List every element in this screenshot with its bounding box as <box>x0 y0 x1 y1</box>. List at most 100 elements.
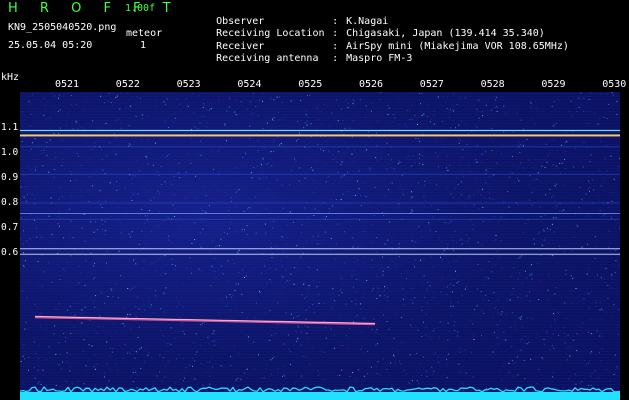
noise-dot <box>164 255 166 257</box>
noise-dot <box>287 224 289 226</box>
noise-dot <box>190 127 192 129</box>
info-key: Receiving antenna <box>216 53 319 64</box>
noise-dot <box>544 167 546 168</box>
noise-dot <box>446 167 447 169</box>
noise-dot <box>412 171 414 173</box>
noise-dot <box>341 108 342 110</box>
noise-dot <box>28 165 30 167</box>
noise-dot <box>452 305 454 307</box>
noise-dot <box>485 169 487 171</box>
noise-dot <box>179 217 181 219</box>
noise-dot <box>160 274 162 276</box>
noise-dot <box>619 227 620 229</box>
noise-dot <box>597 274 598 276</box>
noise-dot <box>93 265 94 267</box>
noise-dot <box>193 277 195 279</box>
noise-dot <box>365 117 367 119</box>
noise-dot <box>131 231 133 233</box>
noise-dot <box>230 221 232 223</box>
noise-dot <box>129 260 130 262</box>
noise-dot <box>578 97 580 99</box>
noise-dot <box>214 258 216 260</box>
noise-dot <box>386 368 388 370</box>
noise-dot <box>537 233 539 235</box>
noise-dot <box>196 387 198 389</box>
noise-dot <box>141 139 143 141</box>
noise-dot <box>519 152 521 153</box>
noise-dot <box>540 255 542 256</box>
noise-dot <box>426 127 428 129</box>
time-tick-label: 0528 <box>480 79 505 90</box>
noise-dot <box>257 115 259 117</box>
noise-dot <box>21 141 23 143</box>
noise-dot <box>320 148 321 150</box>
noise-dot <box>261 377 263 379</box>
noise-dot <box>460 367 462 369</box>
noise-dot <box>552 376 554 378</box>
noise-dot <box>531 204 533 206</box>
noise-dot <box>297 338 299 340</box>
noise-dot <box>590 333 592 335</box>
noise-dot <box>270 267 272 269</box>
noise-dot <box>34 337 36 339</box>
noise-dot <box>331 313 333 314</box>
noise-dot <box>199 271 201 273</box>
noise-dot <box>562 386 564 388</box>
noise-dot <box>377 304 379 306</box>
noise-dot <box>96 310 98 312</box>
noise-dot <box>540 181 542 183</box>
noise-dot <box>476 288 478 290</box>
noise-dot <box>197 127 199 129</box>
noise-dot <box>575 348 577 350</box>
noise-dot <box>77 380 79 382</box>
noise-dot <box>363 375 365 377</box>
noise-dot <box>177 331 179 333</box>
noise-dot <box>554 185 556 186</box>
noise-dot <box>158 175 160 176</box>
noise-dot <box>342 193 344 195</box>
noise-dot <box>505 113 507 115</box>
noise-dot <box>332 306 334 308</box>
noise-dot <box>497 151 499 152</box>
noise-dot <box>552 254 554 256</box>
noise-dot <box>588 362 589 364</box>
noise-dot <box>101 207 103 208</box>
noise-dot <box>477 120 479 122</box>
noise-dot <box>237 377 239 379</box>
noise-dot <box>485 182 487 184</box>
noise-dot <box>529 175 531 177</box>
noise-dot <box>218 201 220 203</box>
noise-dot <box>208 343 210 345</box>
noise-dot <box>229 98 231 100</box>
noise-dot <box>145 155 147 157</box>
noise-dot <box>114 139 116 141</box>
noise-dot <box>412 94 414 96</box>
noise-dot <box>77 319 79 321</box>
noise-dot <box>273 99 275 101</box>
noise-dot <box>23 252 25 254</box>
noise-dot <box>611 200 613 202</box>
noise-dot <box>603 278 605 280</box>
noise-dot <box>427 116 429 117</box>
noise-dot <box>376 251 378 253</box>
noise-dot <box>77 237 79 239</box>
noise-dot <box>202 322 203 324</box>
noise-dot <box>185 98 187 100</box>
noise-dot <box>218 100 220 102</box>
noise-dot <box>376 276 377 277</box>
noise-dot <box>25 186 27 188</box>
noise-dot <box>327 176 329 177</box>
noise-dot <box>153 374 155 376</box>
noise-dot <box>297 139 299 140</box>
noise-dot <box>203 116 204 117</box>
noise-dot <box>105 262 107 264</box>
noise-dot <box>50 240 52 242</box>
noise-dot <box>497 343 499 345</box>
noise-dot <box>23 265 25 267</box>
noise-dot <box>139 101 141 103</box>
noise-dot <box>582 157 584 159</box>
noise-dot <box>198 268 200 270</box>
noise-dot <box>159 193 160 195</box>
noise-dot <box>306 94 308 96</box>
noise-dot <box>269 279 271 281</box>
